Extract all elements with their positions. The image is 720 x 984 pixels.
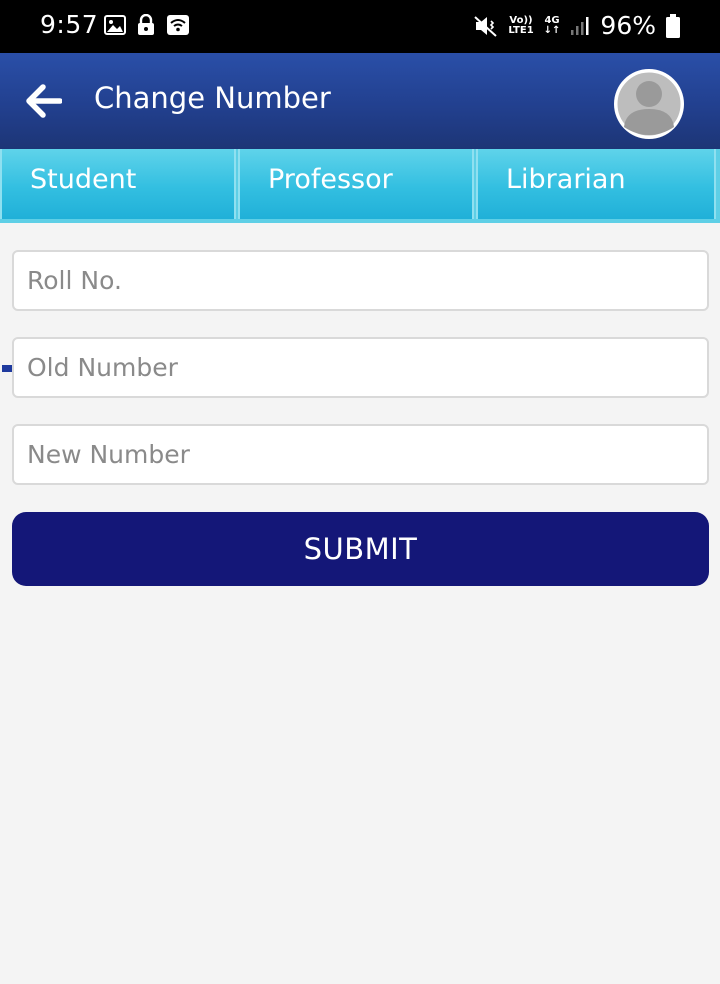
battery-percent: 96%	[600, 11, 656, 40]
page-title: Change Number	[94, 81, 331, 115]
wifi-icon	[167, 15, 189, 35]
battery-icon	[666, 13, 680, 38]
roll-no-input[interactable]	[12, 250, 709, 311]
user-avatar-icon	[614, 69, 684, 139]
lock-icon	[138, 14, 154, 35]
status-notification-icons	[104, 14, 190, 36]
status-time: 9:57	[40, 10, 99, 39]
4g-icon: 4G ↓↑	[543, 14, 561, 36]
status-bar: 9:57 Vo)) LTE1 4G ↓↑ 96%	[0, 0, 720, 53]
tab-student[interactable]: Student	[0, 149, 236, 219]
app-bar: Change Number	[0, 53, 720, 149]
status-system-icons: Vo)) LTE1 4G ↓↑ 96%	[474, 11, 680, 40]
volte-bottom: LTE1	[508, 24, 534, 36]
role-tabs: Student Professor Librarian	[0, 149, 720, 372]
arrow-left-icon	[26, 84, 62, 118]
mute-vibrate-icon	[474, 15, 497, 37]
avatar[interactable]	[614, 69, 684, 139]
tab-librarian[interactable]: Librarian	[476, 149, 716, 219]
volte-icon: Vo)) LTE1	[508, 14, 534, 36]
volte-top: Vo))	[509, 14, 533, 26]
submit-button[interactable]: SUBMIT	[12, 512, 709, 586]
network-arrows: ↓↑	[543, 24, 561, 36]
back-button[interactable]	[22, 79, 66, 123]
new-number-input[interactable]	[12, 424, 709, 485]
network-type: 4G	[544, 14, 560, 26]
image-icon	[104, 15, 126, 35]
tab-professor[interactable]: Professor	[238, 149, 474, 219]
signal-icon	[571, 16, 589, 35]
old-number-input[interactable]	[12, 337, 709, 398]
